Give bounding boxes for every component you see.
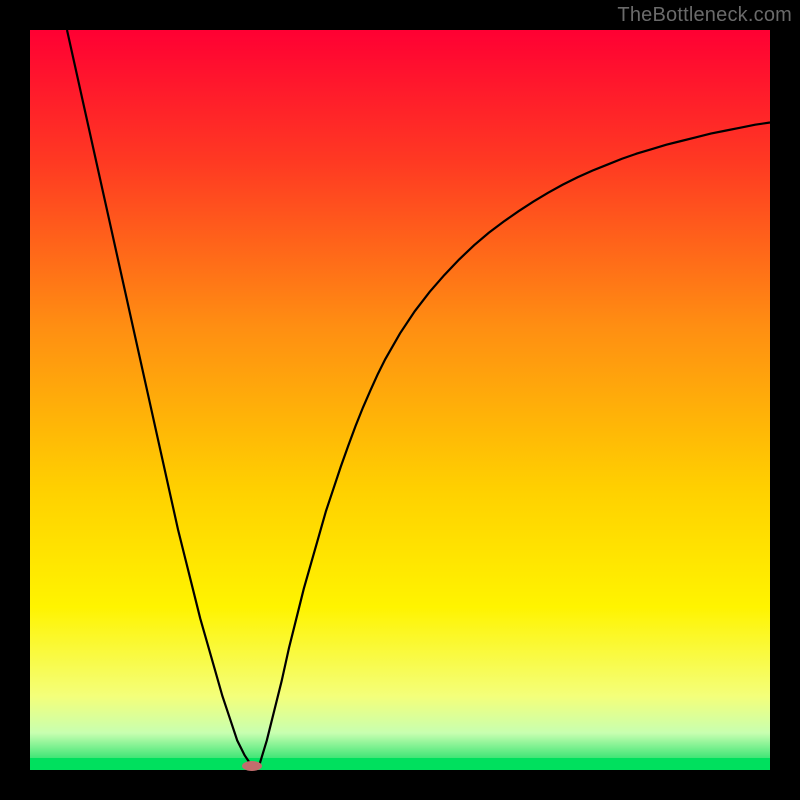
watermark-text: TheBottleneck.com (617, 4, 792, 27)
minimum-marker (242, 761, 262, 771)
chart-svg (0, 0, 800, 800)
chart-plot-area (30, 30, 770, 770)
chart-container: TheBottleneck.com (0, 0, 800, 800)
band-green (30, 758, 770, 770)
